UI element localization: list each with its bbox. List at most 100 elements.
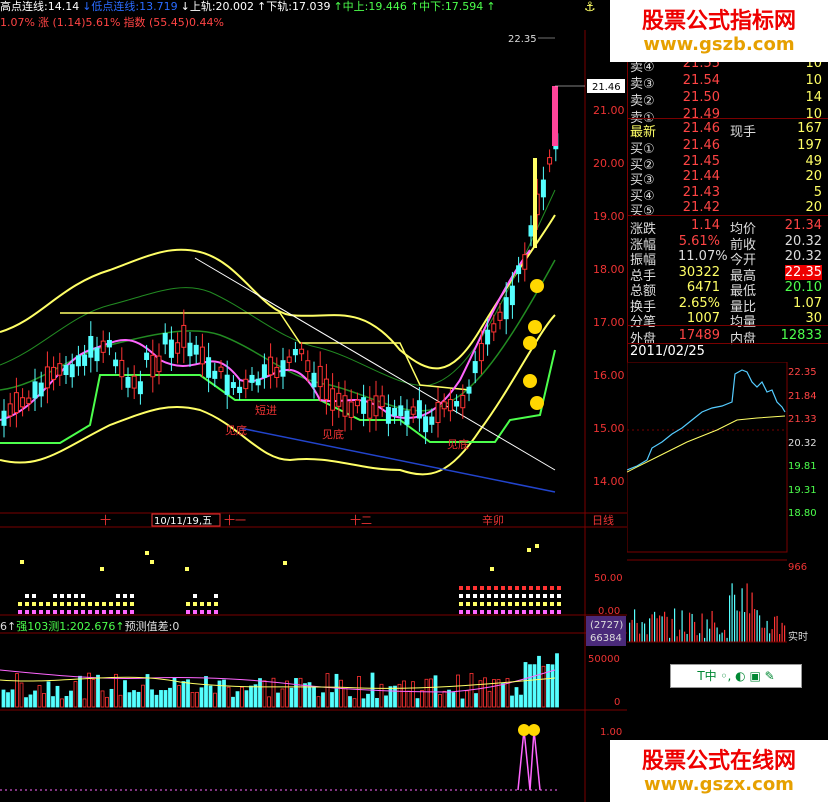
indicator-dot [536, 602, 540, 606]
intraday-volume-bar [722, 633, 723, 642]
annotation-bottom-1: 见底 [225, 423, 247, 437]
indicator-dot [116, 602, 120, 606]
indicator-dot [557, 594, 561, 598]
intraday-volume-bar [717, 627, 718, 642]
indicator-dot [74, 610, 78, 614]
candle [504, 298, 508, 319]
volume-bar [286, 681, 289, 707]
volume-bar [29, 695, 32, 707]
intraday-volume-bar [702, 614, 703, 642]
volume-bar [268, 697, 271, 707]
anchor-icon[interactable]: ⚓ [584, 0, 598, 16]
stat-row: 总额6471最低20.10 [630, 280, 826, 296]
volume-bar [547, 664, 550, 707]
intraday-volume-bar [662, 616, 663, 642]
volume-bar [101, 691, 104, 707]
indicator-dot [81, 602, 85, 606]
indicator-dot [522, 610, 526, 614]
x-label-1: 十 [100, 513, 111, 527]
y-tick-label: 19.00 [593, 210, 625, 223]
indicator-dot [535, 544, 539, 548]
candle [120, 360, 124, 376]
indicator-dot [543, 602, 547, 606]
indicator-dot [480, 586, 484, 590]
volume-bar [241, 687, 244, 707]
candle [194, 345, 198, 354]
indicator-dot [109, 602, 113, 606]
ind2-box-line2: 66384 [590, 633, 622, 644]
indicator-dot [88, 610, 92, 614]
smiley-icon [523, 336, 537, 350]
volume-bar [448, 690, 451, 707]
indicator-value: ↑中上:19.446 [333, 0, 406, 13]
candle [349, 402, 353, 417]
indicator-dot [466, 610, 470, 614]
indicator-dot [200, 602, 204, 606]
indicator-dot [480, 594, 484, 598]
y-tick-label: 21.00 [593, 104, 625, 117]
indicator-dot [494, 602, 498, 606]
volume-bar [65, 696, 68, 707]
indicator-dot [109, 610, 113, 614]
volume-bar [461, 699, 464, 707]
smiley-icon [523, 374, 537, 388]
chart-canvas[interactable]: 21.46 22.35 见底 短进 见底 见底 十 10/11/19,五 十一 … [0, 30, 627, 802]
volume-bar [520, 695, 523, 707]
intraday-volume-bar [747, 583, 748, 642]
indicator2-bars [2, 654, 559, 707]
indicator-dot [60, 602, 64, 606]
drawing-toolbar[interactable]: T中 ◦, ◐ ▣ ✎ [670, 664, 802, 688]
intraday-avg-line [627, 416, 785, 472]
indicator-dot [46, 602, 50, 606]
volume-bar [119, 695, 122, 707]
candle [362, 398, 366, 414]
x-label-2: 十一 [224, 513, 246, 527]
volume-bar [335, 674, 338, 707]
indicator-dot [501, 610, 505, 614]
indicator-dot [480, 610, 484, 614]
indicator-header: 高点连线:14.14↓低点连线:13.719↓上轨:20.002↑下轨:17.0… [0, 0, 585, 30]
candle [238, 387, 242, 392]
indicator-dot [25, 602, 29, 606]
candlestick-series [2, 86, 558, 444]
volume-bar [385, 696, 388, 707]
indicator-value: ↓上轨:20.002 [181, 0, 254, 13]
indicator-dot [102, 610, 106, 614]
volume-bar [475, 694, 478, 707]
volume-bar [47, 682, 50, 707]
candle [486, 330, 490, 344]
volume-bar [389, 687, 392, 707]
intraday-y-tick: 21.84 [788, 391, 817, 402]
volume-bar [187, 680, 190, 707]
volume-bar [38, 685, 41, 707]
intraday-volume-bar [739, 611, 740, 642]
indicator-dot [459, 586, 463, 590]
candle [393, 408, 397, 415]
volume-bar [11, 690, 14, 707]
indicator-dot [557, 602, 561, 606]
current-price-label: 21.46 [592, 82, 621, 93]
indicator-dot [536, 610, 540, 614]
candle [64, 365, 68, 374]
indicator-dot [501, 594, 505, 598]
volume-bar [502, 684, 505, 707]
volume-bar [277, 693, 280, 707]
indicator-dot [466, 586, 470, 590]
indicator-dot [207, 602, 211, 606]
indicator-dot [193, 610, 197, 614]
indicator-dot [536, 586, 540, 590]
x-label-4: 辛卯 [482, 513, 504, 527]
intraday-volume-bar [752, 593, 753, 642]
volume-bar [443, 691, 446, 707]
candle [200, 347, 204, 364]
quote-date: 2011/02/25 [630, 344, 826, 360]
intraday-chart[interactable] [627, 362, 828, 802]
volume-bar [52, 697, 55, 707]
indicator-dot [32, 602, 36, 606]
indicator-dot [60, 594, 64, 598]
intraday-volume-bar [652, 614, 653, 642]
y-tick-label: 17.00 [593, 316, 625, 329]
candle [293, 350, 297, 355]
candle [343, 396, 347, 416]
intraday-volume-bar [769, 633, 770, 642]
